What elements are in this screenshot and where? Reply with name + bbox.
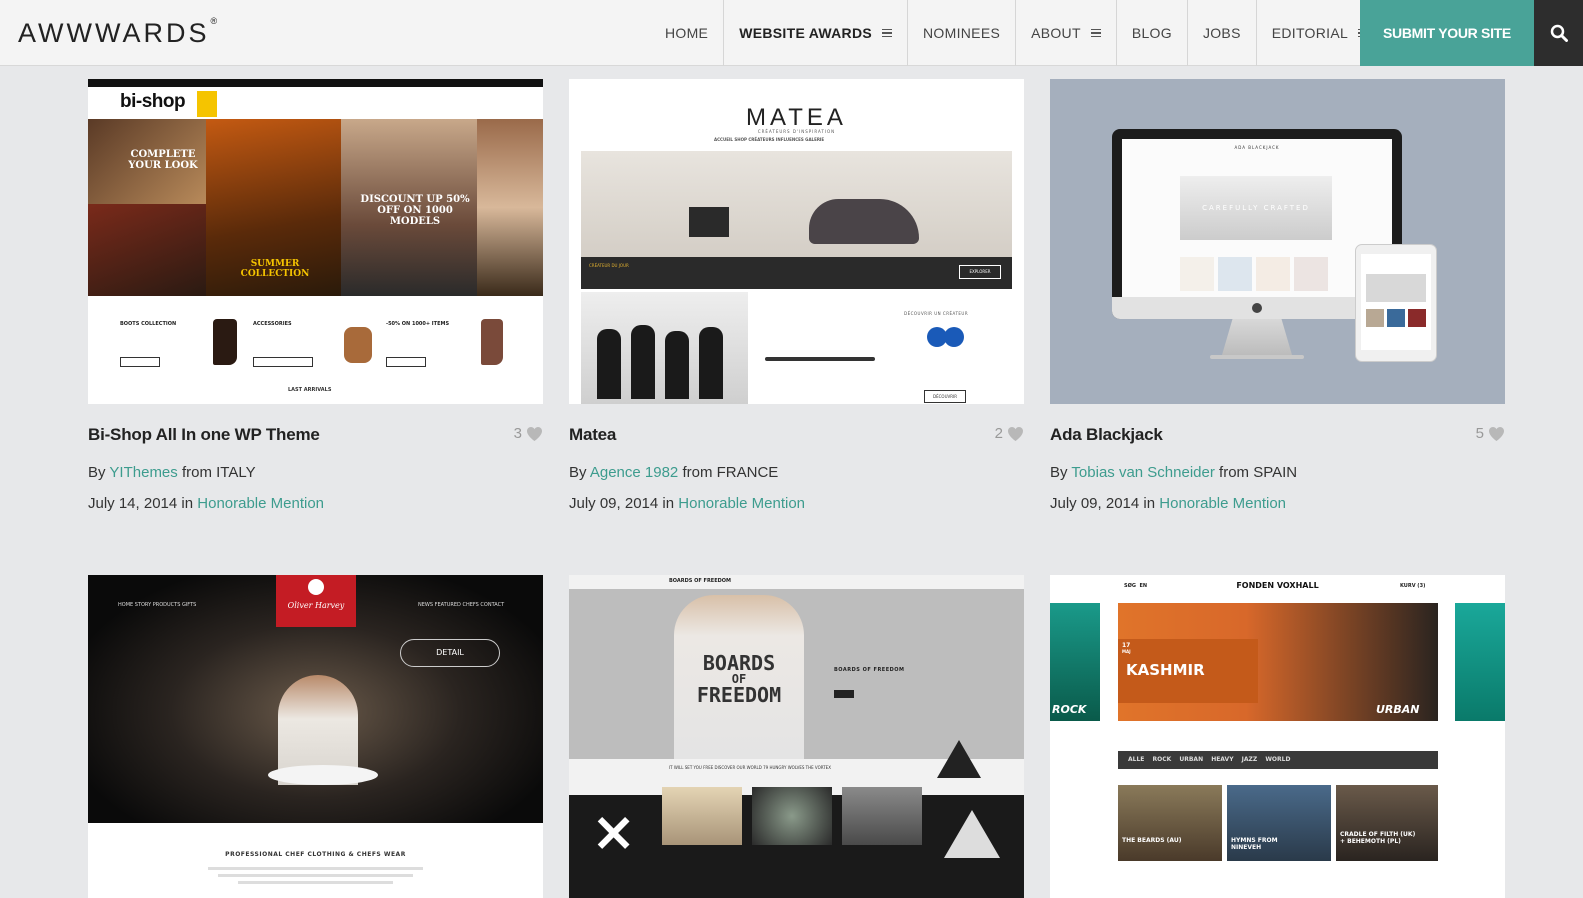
thumb-headline: SUMMER COLLECTION (240, 259, 310, 279)
site-thumbnail-bishop[interactable]: bi-shop COMPLETE YOUR LOOK DISCOUNT UP 5… (88, 79, 543, 404)
card-author-line: By YIThemes from ITALY (88, 464, 256, 481)
thumb-text: NEWS FEATURED CHEFS CONTACT (418, 602, 505, 608)
heart-icon (527, 426, 542, 441)
card-date-line: July 09, 2014 in Honorable Mention (569, 495, 806, 512)
nav-nominees[interactable]: NOMINEES (908, 0, 1017, 66)
site-thumbnail-boards-of-freedom[interactable]: BOARDS OF FREEDOM BOARDS OF FREEDOM BOARDS… (569, 575, 1024, 898)
site-thumbnail-matea[interactable]: MATEA CRÉATEURS D'INSPIRATION ACCUEIL SH… (569, 79, 1024, 404)
thumb-text: CRADLE OF FILTH (UK) + BEHEMOTH (PL) (1340, 831, 1416, 845)
thumb-headline: DISCOUNT UP 50% OFF ON 1000 MODELS (360, 194, 470, 227)
site-card: MATEA CRÉATEURS D'INSPIRATION ACCUEIL SH… (569, 79, 1024, 512)
nav-home[interactable]: HOME (650, 0, 725, 66)
author-link[interactable]: Agence 1982 (590, 464, 678, 481)
site-header: AWWWARDS® HOME WEBSITE AWARDS NOMINEES A… (0, 0, 1583, 66)
author-link[interactable]: YIThemes (109, 464, 177, 481)
thumb-headline: COMPLETE YOUR LOOK (128, 149, 198, 171)
site-card: bi-shop COMPLETE YOUR LOOK DISCOUNT UP 5… (88, 79, 543, 512)
search-icon (1550, 24, 1568, 42)
card-title[interactable]: Ada Blackjack (1050, 425, 1163, 445)
author-link[interactable]: Tobias van Schneider (1071, 464, 1214, 481)
thumb-text: ACCUEIL SHOP CRÉATEURS INFLUENCES GALERI… (714, 137, 825, 142)
main-nav: HOME WEBSITE AWARDS NOMINEES ABOUT BLOG … (650, 0, 1383, 66)
nav-about[interactable]: ABOUT (1016, 0, 1117, 66)
thumb-date: 17 MAJ (1122, 642, 1131, 655)
thumb-shirt-print: BOARDS OF FREEDOM (696, 651, 782, 707)
like-counter[interactable]: 2 (995, 425, 1024, 442)
thumb-filter-bar: ALLE ROCK URBAN HEAVY JAZZ WORLD (1128, 756, 1291, 763)
award-link[interactable]: Honorable Mention (678, 495, 805, 512)
card-date-line: July 09, 2014 in Honorable Mention (1050, 495, 1287, 512)
awwwards-logo[interactable]: AWWWARDS® (18, 16, 217, 49)
award-link[interactable]: Honorable Mention (197, 495, 324, 512)
card-author-line: By Tobias van Schneider from SPAIN (1050, 464, 1298, 481)
thumb-logo: BOARDS OF FREEDOM (669, 578, 732, 584)
nav-blog[interactable]: BLOG (1117, 0, 1188, 66)
thumb-text: BOARDS OF FREEDOM (834, 667, 905, 673)
like-counter[interactable]: 3 (514, 425, 543, 442)
thumb-headline: KASHMIR (1126, 661, 1205, 679)
thumb-text: HOME STORY PRODUCTS GIFTS (118, 602, 197, 608)
site-card: SØG EN FONDEN VOXHALL KURV (3) ROCK 17 MA… (1050, 575, 1505, 898)
thumb-text: ADA BLACKJACK (1234, 145, 1280, 150)
site-card: ADA BLACKJACK CAREFULLY CRAFTED Ada Blac… (1050, 79, 1505, 512)
card-date-line: July 14, 2014 in Honorable Mention (88, 495, 325, 512)
submit-your-site-button[interactable]: SUBMIT YOUR SITE (1360, 0, 1534, 66)
menu-icon (1090, 27, 1101, 40)
thumb-logo: bi-shop (120, 91, 186, 112)
nav-jobs[interactable]: JOBS (1188, 0, 1257, 66)
thumb-text: CRÉATEUR DU JOUR (589, 263, 629, 268)
nav-website-awards[interactable]: WEBSITE AWARDS (724, 0, 909, 66)
search-button[interactable] (1534, 0, 1583, 66)
thumb-text: LAST ARRIVALS (288, 387, 332, 393)
site-thumbnail-oliver-harvey[interactable]: HOME STORY PRODUCTS GIFTS NEWS FEATURED … (88, 575, 543, 898)
thumb-headline: CAREFULLY CRAFTED (1202, 204, 1310, 212)
thumb-text: DÉCOUVRIR UN CRÉATEUR (904, 311, 969, 316)
thumb-text: HYMNS FROM NINEVEH (1231, 837, 1278, 851)
card-author-line: By Agence 1982 from FRANCE (569, 464, 779, 481)
thumb-text: -50% ON 1000+ ITEMS (386, 321, 450, 327)
site-thumbnail-ada-blackjack[interactable]: ADA BLACKJACK CAREFULLY CRAFTED (1050, 79, 1505, 404)
thumb-logo: FONDEN VOXHALL (1236, 581, 1319, 590)
thumb-text: PROFESSIONAL CHEF CLOTHING & CHEFS WEAR (225, 851, 406, 858)
thumb-text: BOOTS COLLECTION (120, 321, 177, 327)
thumb-text: IT WILL SET YOU FREE DISCOVER OUR WORLD … (669, 765, 831, 770)
thumb-button: DÉCOUVRIR (924, 390, 966, 403)
menu-icon (882, 27, 893, 40)
like-counter[interactable]: 5 (1476, 425, 1505, 442)
card-title[interactable]: Matea (569, 425, 616, 445)
site-card: HOME STORY PRODUCTS GIFTS NEWS FEATURED … (88, 575, 543, 898)
thumb-text: ACCESSORIES (253, 321, 292, 327)
thumb-button: EXPLORER (959, 265, 1001, 279)
site-thumbnail-fonden-voxhall[interactable]: SØG EN FONDEN VOXHALL KURV (3) ROCK 17 MA… (1050, 575, 1505, 898)
thumb-text: THE BEARDS (AU) (1122, 837, 1182, 844)
award-link[interactable]: Honorable Mention (1159, 495, 1286, 512)
thumb-logo: MATEA (746, 104, 847, 131)
site-card: BOARDS OF FREEDOM BOARDS OF FREEDOM BOARDS… (569, 575, 1024, 898)
thumb-text: ROCK (1052, 703, 1087, 716)
thumb-button: DETAIL (400, 639, 500, 667)
thumb-text: CRÉATEURS D'INSPIRATION (757, 129, 836, 134)
thumb-logo: Oliver Harvey (287, 601, 345, 610)
card-title[interactable]: Bi-Shop All In one WP Theme (88, 425, 320, 445)
thumb-text: URBAN (1376, 703, 1420, 716)
heart-icon (1489, 426, 1504, 441)
thumb-text: KURV (3) (1400, 583, 1426, 589)
heart-icon (1008, 426, 1023, 441)
